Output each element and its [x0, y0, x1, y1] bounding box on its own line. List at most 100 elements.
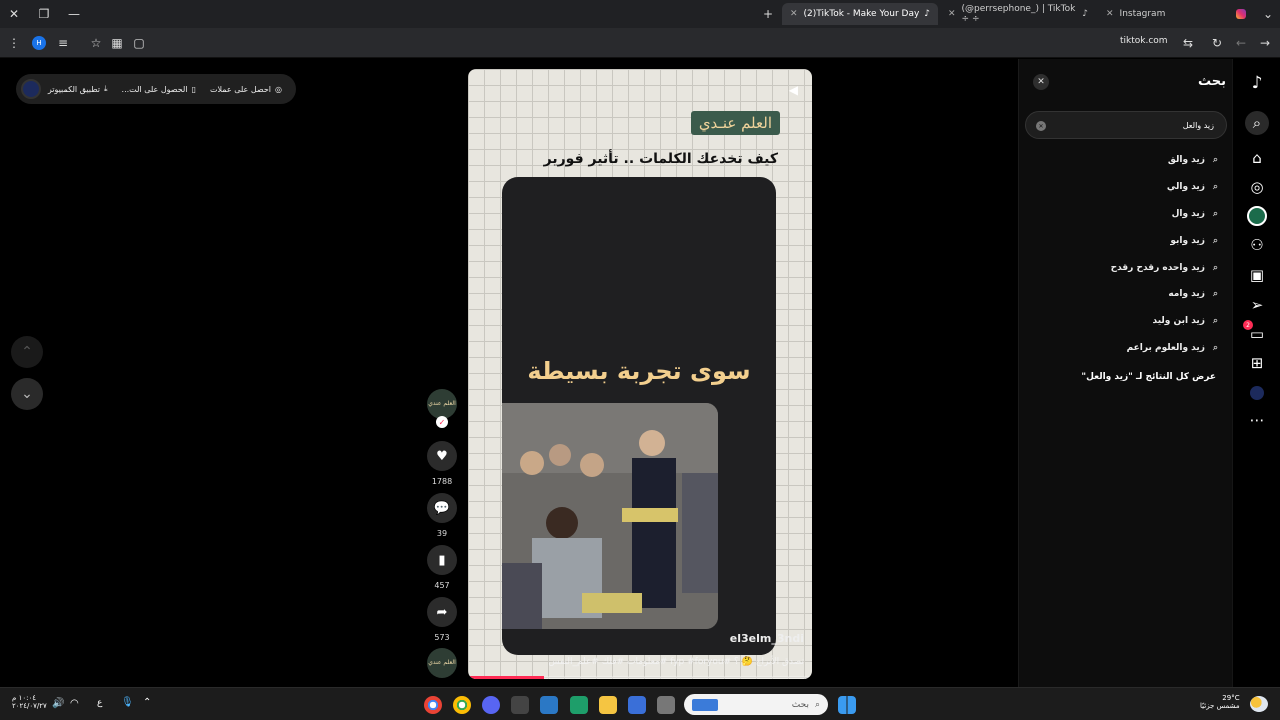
menu-kebab-icon[interactable]: ⋮ — [4, 33, 24, 53]
share-action[interactable]: ➦ 573 — [427, 597, 457, 642]
weather-temperature: 29°C — [1222, 694, 1240, 702]
save-action[interactable]: ▮ 457 — [427, 545, 457, 590]
site-settings-icon[interactable]: ⇆ — [1178, 33, 1198, 53]
profile-icon[interactable] — [1245, 381, 1269, 405]
store-icon[interactable] — [628, 696, 646, 714]
desktop-app-link[interactable]: ⤓ تطبيق الكمبيوتر — [48, 84, 108, 94]
tiktok-page: ◎ احصل على عملات ▯ الحصول على الت... ⤓ ت… — [0, 59, 1280, 687]
classroom-photo — [502, 403, 718, 629]
tab-perrsephone[interactable]: ✕ (@perrsephone_) | TikTok ÷ ÷ ♪ — [940, 3, 1096, 25]
back-arrow-icon[interactable]: ← — [1231, 33, 1251, 53]
comment-action[interactable]: 💬 39 — [427, 493, 457, 538]
suggestion-item[interactable]: ⌕ زيد ابن وليد — [1153, 316, 1218, 326]
minimize-window-icon[interactable]: — — [64, 4, 84, 24]
discord-icon[interactable] — [482, 696, 500, 714]
suggestion-item[interactable]: ⌕ زيد والعلوم براعم — [1127, 343, 1218, 353]
friends-icon[interactable]: ⚇ — [1245, 233, 1269, 257]
get-app-link[interactable]: ▯ الحصول على الت... — [122, 85, 196, 94]
close-tab-icon[interactable]: ✕ — [790, 9, 798, 19]
live-tv-icon[interactable]: ▣ — [1245, 263, 1269, 287]
close-tab-icon[interactable]: ✕ — [948, 9, 956, 19]
see-all-results-link[interactable]: عرض كل النتائج لـ "زيد والعل" — [1081, 372, 1216, 382]
chevron-down-icon: ⌄ — [21, 386, 33, 402]
weather-widget[interactable]: 29°C مشمس جزئيًا — [1200, 694, 1240, 711]
follow-check-icon[interactable]: ✓ — [436, 416, 448, 428]
suggestion-item[interactable]: ⌕ زيد وال — [1172, 209, 1218, 219]
suggestion-item[interactable]: ⌕ زيد واحده رقدح رقدح — [1111, 263, 1218, 273]
tab-tiktok-make-your-day[interactable]: ✕ (2)TikTok - Make Your Day ♪ — [782, 3, 938, 25]
suggestion-item[interactable]: ⌕ زيد والق — [1168, 155, 1218, 165]
game-app-icon[interactable] — [570, 696, 588, 714]
next-video-button[interactable]: ⌄ — [11, 378, 43, 410]
search-icon: ⌕ — [814, 699, 820, 710]
search-panel-title: بحث — [1197, 74, 1226, 89]
search-icon: ⌕ — [1212, 182, 1218, 192]
microphone-icon[interactable]: 🎙 — [121, 697, 134, 708]
clock[interactable]: ١٠:٠٤ م ٢٠٢٤/٠٧/٢٧ — [12, 694, 47, 711]
close-tab-icon[interactable]: ✕ — [1106, 9, 1114, 19]
file-explorer-icon[interactable] — [599, 696, 617, 714]
video-player[interactable]: ◀ العلم عنـدي كيف تخدعك الكلمات .. تأثير… — [468, 69, 812, 679]
suggestion-label: زيد وال — [1171, 209, 1205, 219]
comment-icon: 💬 — [427, 493, 457, 523]
search-icon[interactable]: ⌕ — [1245, 111, 1269, 135]
like-action[interactable]: ♥ 1788 — [427, 441, 457, 486]
new-tab-icon[interactable]: + — [758, 4, 778, 24]
restore-window-icon[interactable]: ❐ — [34, 4, 54, 24]
clear-search-icon[interactable]: ✕ — [1036, 121, 1046, 131]
chevron-up-icon[interactable]: ⌃ — [143, 697, 151, 708]
previous-video-button[interactable]: ⌃ — [11, 336, 43, 368]
volume-icon[interactable]: 🔊 — [52, 698, 64, 709]
creator-avatar[interactable]: العلم عندي — [427, 389, 457, 419]
vscode-icon[interactable] — [540, 696, 558, 714]
music-disc-avatar[interactable]: العلم عندي — [427, 648, 457, 678]
taskbar-search[interactable]: ⌕ بحث — [684, 694, 828, 715]
tab-instagram[interactable]: ✕ Instagram — [1098, 3, 1254, 25]
suggestion-label: زيد والي — [1166, 182, 1205, 192]
forward-arrow-icon[interactable]: → — [1255, 33, 1275, 53]
tab-search-icon[interactable]: ⌄ — [1258, 4, 1278, 24]
address-bar[interactable]: tiktok.com — [1120, 36, 1168, 46]
video-progress-bar[interactable] — [468, 676, 812, 679]
volume-icon[interactable]: ◀ — [789, 83, 798, 97]
suggestion-label: زيد ابن وليد — [1152, 316, 1205, 326]
suggestion-label: زيد وابو — [1170, 236, 1205, 246]
screenshot-icon[interactable]: ▢ — [129, 33, 149, 53]
tiktok-logo-icon[interactable]: ♪ — [1245, 71, 1269, 95]
share-count: 573 — [434, 633, 450, 642]
suggestion-item[interactable]: ⌕ زيد والي — [1167, 182, 1218, 192]
send-paper-plane-icon[interactable]: ➢ — [1245, 293, 1269, 317]
windows-start-icon[interactable] — [838, 696, 856, 714]
bookmark-star-icon[interactable]: ☆ — [86, 33, 106, 53]
tiktok-favicon-icon: ♪ — [1082, 9, 1088, 19]
profile-avatar-icon[interactable]: H — [29, 33, 49, 53]
suggestion-item[interactable]: ⌕ زيد وامه — [1168, 289, 1218, 299]
language-indicator[interactable]: ع — [97, 698, 102, 708]
upload-plus-icon[interactable]: ⊞ — [1245, 351, 1269, 375]
get-coins-link[interactable]: ◎ احصل على عملات — [210, 85, 282, 94]
reload-icon[interactable]: ↻ — [1207, 33, 1227, 53]
home-icon[interactable]: ⌂ — [1245, 146, 1269, 170]
suggestion-label: زيد واحده رقدح رقدح — [1110, 263, 1205, 273]
close-search-icon[interactable]: ✕ — [1033, 74, 1049, 90]
more-dots-icon[interactable]: ⋯ — [1245, 408, 1269, 432]
following-avatar-icon[interactable] — [1245, 204, 1269, 228]
brand-label: العلم عنـدي — [690, 111, 780, 135]
search-input[interactable] — [1026, 120, 1226, 130]
save-count: 457 — [434, 581, 450, 590]
chrome-profile-icon[interactable] — [453, 696, 471, 714]
suggestion-item[interactable]: ⌕ زيد وابو — [1170, 236, 1218, 246]
chrome-icon[interactable] — [424, 696, 442, 714]
chevron-up-icon: ⌃ — [21, 344, 33, 360]
messages-icon[interactable]: ▭ 2 — [1243, 320, 1269, 346]
close-window-icon[interactable]: ✕ — [4, 4, 24, 24]
wifi-icon[interactable]: ◠ — [70, 698, 79, 709]
app-launcher-icon[interactable] — [511, 696, 529, 714]
profile-avatar[interactable] — [21, 79, 41, 99]
explore-compass-icon[interactable]: ◎ — [1245, 175, 1269, 199]
reading-list-icon[interactable]: ≡ — [53, 33, 73, 53]
video-caption: تصدق الأبراج 🤔 ؟ #fyp #foryou #معلومات #… — [548, 657, 804, 667]
extensions-icon[interactable]: ▦ — [107, 33, 127, 53]
task-view-icon[interactable] — [657, 696, 675, 714]
browser-toolbar: ⋮ H ≡ ☆ ▦ ▢ tiktok.com ⇆ ↻ ← → — [0, 28, 1280, 58]
